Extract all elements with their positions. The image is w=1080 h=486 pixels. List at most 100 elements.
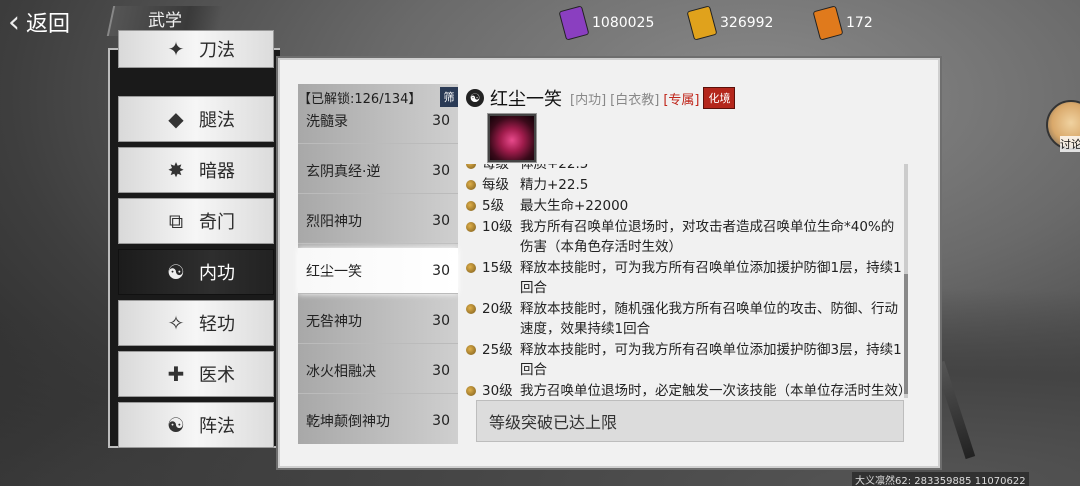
effect-level: 20级 bbox=[482, 301, 513, 317]
gold-token-icon bbox=[686, 5, 718, 41]
blade-icon: ✦ bbox=[167, 37, 185, 61]
currency-value: 1080025 bbox=[592, 15, 655, 31]
effect-text: 释放本技能时，随机强化我方所有召唤单位的攻击、防御、行动速度，效果持续1回合 bbox=[520, 301, 898, 337]
scroll-thumb[interactable] bbox=[904, 274, 908, 394]
effect-row: 25级 释放本技能时，可为我方所有召唤单位添加援护防御3层，持续1回合 bbox=[466, 340, 906, 380]
effect-level: 10级 bbox=[482, 219, 513, 235]
menu-item-blade[interactable]: ✦ 刀法 bbox=[118, 30, 274, 68]
exclusive-tag: [专属] bbox=[663, 92, 700, 108]
menu-item-label: 轻功 bbox=[199, 314, 235, 335]
skill-level: 30 bbox=[432, 413, 450, 429]
effect-level: 每级 bbox=[482, 177, 509, 193]
skill-name: 红尘一笑 bbox=[306, 263, 362, 280]
back-label: 返回 bbox=[26, 12, 71, 37]
skill-level: 30 bbox=[432, 262, 450, 279]
skill-image bbox=[488, 114, 536, 162]
skill-level: 30 bbox=[432, 162, 450, 179]
effects-list[interactable]: 每级 体质+22.5 每级 精力+22.5 5级 最大生命+22000 10级 … bbox=[466, 164, 906, 400]
menu-item-formation[interactable]: ☯ 阵法 bbox=[118, 402, 274, 448]
currency-purple[interactable]: 1080025 bbox=[558, 5, 655, 41]
skill-name: 烈阳神功 bbox=[306, 213, 362, 230]
scroll-icon: ⧉ bbox=[168, 209, 184, 233]
skill-list-item[interactable]: 玄阴真经·逆 30 bbox=[298, 148, 458, 194]
effect-text: 我方所有召唤单位退场时，对攻击者造成召唤单位生命*40%的伤害（本角色存活时生效… bbox=[520, 219, 895, 255]
skill-list-item[interactable]: 无咎神功 30 bbox=[298, 298, 458, 344]
chevron-left-icon: ‹ bbox=[8, 4, 20, 40]
bullet-icon bbox=[466, 164, 476, 169]
bullet-icon bbox=[466, 180, 476, 190]
bullet-icon bbox=[466, 345, 476, 355]
skill-level: 30 bbox=[432, 362, 450, 379]
meditation-icon: ☯ bbox=[167, 260, 185, 284]
back-button[interactable]: ‹ 返回 bbox=[8, 4, 98, 40]
menu-item-qimen[interactable]: ⧉ 奇门 bbox=[118, 198, 274, 244]
menu-item-medicine[interactable]: ✚ 医术 bbox=[118, 351, 274, 397]
skill-level: 30 bbox=[432, 212, 450, 229]
effect-text: 我方召唤单位退场时，必定触发一次该技能（本单位存活时生效） bbox=[520, 383, 906, 399]
effect-level: 30级 bbox=[482, 383, 513, 399]
effect-row: 15级 释放本技能时，可为我方所有召唤单位添加援护防御1层，持续1回合 bbox=[466, 258, 906, 298]
bullet-icon bbox=[466, 222, 476, 232]
currency-value: 172 bbox=[846, 15, 873, 31]
bullet-icon bbox=[466, 304, 476, 314]
effect-text: 体质+22.5 bbox=[520, 164, 589, 172]
skill-name: 玄阴真经·逆 bbox=[306, 163, 381, 180]
effect-level: 5级 bbox=[482, 198, 505, 214]
skill-title-row: ☯ 红尘一笑 [内功] [白衣教] [专属] 化境 bbox=[466, 86, 736, 110]
skill-name: 乾坤颠倒神功 bbox=[306, 414, 390, 430]
watermark-text: 大义凛然62: 283359885 11070622 bbox=[852, 472, 1029, 486]
skill-list-item[interactable]: 冰火相融决 30 bbox=[298, 348, 458, 394]
skill-panel: 【已解锁:126/134】 筛 洗髓录 30 玄阴真经·逆 30 烈阳神功 30… bbox=[278, 58, 1080, 468]
menu-item-lightfoot[interactable]: ✧ 轻功 bbox=[118, 300, 274, 346]
internal-skill-icon: ☯ bbox=[466, 89, 484, 107]
menu-item-label: 阵法 bbox=[199, 416, 235, 437]
skill-list-item-selected[interactable]: 红尘一笑 30 bbox=[298, 248, 458, 294]
skill-list-item[interactable]: 烈阳神功 30 bbox=[298, 198, 458, 244]
skill-name: 洗髓录 bbox=[306, 113, 348, 130]
bullet-icon bbox=[466, 201, 476, 211]
skill-level: 30 bbox=[432, 112, 450, 129]
menu-item-label: 奇门 bbox=[199, 212, 235, 233]
skill-type-tag: [内功] bbox=[570, 92, 607, 108]
effect-text: 释放本技能时，可为我方所有召唤单位添加援护防御1层，持续1回合 bbox=[520, 260, 902, 296]
menu-item-internal[interactable]: ☯ 内功 bbox=[118, 249, 274, 295]
effects-scrollbar[interactable] bbox=[904, 164, 908, 398]
effect-text: 最大生命+22000 bbox=[520, 198, 629, 214]
currency-gold[interactable]: 326992 bbox=[686, 5, 774, 41]
effect-level: 25级 bbox=[482, 342, 513, 358]
orange-token-icon bbox=[812, 5, 844, 41]
effect-text: 释放本技能时，可为我方所有召唤单位添加援护防御3层，持续1回合 bbox=[520, 342, 902, 378]
discuss-label: 讨论 bbox=[1060, 136, 1080, 152]
effect-row: 5级 最大生命+22000 bbox=[466, 196, 906, 216]
skill-title: 红尘一笑 bbox=[490, 89, 562, 110]
effect-row: 30级 我方召唤单位退场时，必定触发一次该技能（本单位存活时生效） bbox=[466, 381, 906, 400]
menu-item-hidden-weapon[interactable]: ✸ 暗器 bbox=[118, 147, 274, 193]
menu-item-label: 内功 bbox=[199, 263, 235, 284]
menu-item-label: 医术 bbox=[199, 365, 235, 386]
leg-icon: ◆ bbox=[168, 107, 184, 131]
bullet-icon bbox=[466, 386, 476, 396]
effect-row: 10级 我方所有召唤单位退场时，对攻击者造成召唤单位生命*40%的伤害（本角色存… bbox=[466, 217, 906, 257]
menu-item-label: 暗器 bbox=[199, 161, 235, 182]
breakthrough-status: 等级突破已达上限 bbox=[476, 400, 904, 442]
skill-list-item[interactable]: 乾坤颠倒神功 30 bbox=[298, 398, 458, 444]
purple-token-icon bbox=[558, 5, 590, 41]
currency-value: 326992 bbox=[720, 15, 774, 31]
menu-item-leg[interactable]: ◆ 腿法 bbox=[118, 96, 274, 142]
lightfoot-icon: ✧ bbox=[167, 311, 185, 335]
effect-level: 15级 bbox=[482, 260, 513, 276]
category-menu: ✦ 刀法 ◆ 腿法 ✸ 暗器 ⧉ 奇门 ☯ 内功 ✧ 轻功 ✚ 医术 ☯ 阵法 bbox=[108, 30, 280, 448]
realm-badge: 化境 bbox=[703, 87, 736, 109]
currency-orange[interactable]: 172 bbox=[812, 5, 873, 41]
yinyang-icon: ☯ bbox=[167, 413, 185, 437]
bullet-icon bbox=[466, 263, 476, 273]
menu-item-label: 腿法 bbox=[199, 110, 235, 131]
effect-row: 20级 释放本技能时，随机强化我方所有召唤单位的攻击、防御、行动速度，效果持续1… bbox=[466, 299, 906, 339]
effect-text: 精力+22.5 bbox=[520, 177, 589, 193]
skill-list-item[interactable]: 洗髓录 30 bbox=[298, 98, 458, 144]
effect-row: 每级 精力+22.5 bbox=[466, 175, 906, 195]
effect-row: 每级 体质+22.5 bbox=[466, 164, 906, 174]
skill-level: 30 bbox=[432, 312, 450, 329]
skill-sect-tag: [白衣教] bbox=[610, 92, 660, 108]
menu-item-label: 刀法 bbox=[199, 40, 235, 61]
